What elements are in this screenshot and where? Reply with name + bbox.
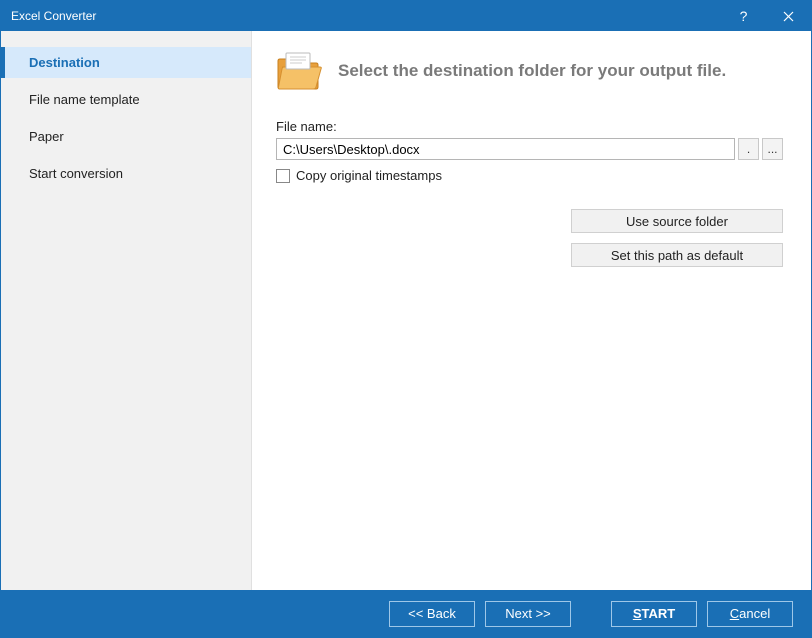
use-source-folder-button[interactable]: Use source folder xyxy=(571,209,783,233)
browse-button[interactable]: ... xyxy=(762,138,783,160)
copy-timestamps-checkbox[interactable] xyxy=(276,169,290,183)
back-button[interactable]: << Back xyxy=(389,601,475,627)
help-button[interactable]: ? xyxy=(721,1,766,31)
titlebar: Excel Converter ? xyxy=(1,1,811,31)
folder-icon xyxy=(276,51,324,91)
file-name-label: File name: xyxy=(276,119,783,134)
sidebar-item-paper[interactable]: Paper xyxy=(1,121,251,152)
wizard-steps-sidebar: Destination File name template Paper Sta… xyxy=(1,31,252,590)
sidebar-item-destination[interactable]: Destination xyxy=(1,47,251,78)
copy-timestamps-row[interactable]: Copy original timestamps xyxy=(276,168,783,183)
wizard-footer: << Back Next >> START Cancel xyxy=(1,590,811,637)
sidebar-item-start-conversion[interactable]: Start conversion xyxy=(1,158,251,189)
close-icon xyxy=(783,11,794,22)
start-button[interactable]: START xyxy=(611,601,697,627)
sidebar-item-file-name-template[interactable]: File name template xyxy=(1,84,251,115)
start-button-rest: TART xyxy=(641,606,675,621)
cancel-button[interactable]: Cancel xyxy=(707,601,793,627)
page-title: Select the destination folder for your o… xyxy=(338,61,726,81)
set-path-default-button[interactable]: Set this path as default xyxy=(571,243,783,267)
next-button[interactable]: Next >> xyxy=(485,601,571,627)
window-title: Excel Converter xyxy=(11,9,721,23)
cancel-button-accel: C xyxy=(730,606,739,621)
cancel-button-rest: ancel xyxy=(739,606,770,621)
sidebar-item-label: Start conversion xyxy=(29,166,123,181)
sidebar-item-label: File name template xyxy=(29,92,140,107)
copy-timestamps-label: Copy original timestamps xyxy=(296,168,442,183)
start-button-accel: S xyxy=(633,606,642,621)
sidebar-item-label: Destination xyxy=(29,55,100,70)
close-button[interactable] xyxy=(766,1,811,31)
sidebar-item-label: Paper xyxy=(29,129,64,144)
insert-macros-button[interactable]: . xyxy=(738,138,759,160)
main-panel: Select the destination folder for your o… xyxy=(252,31,811,590)
page-header: Select the destination folder for your o… xyxy=(276,51,783,91)
file-name-input[interactable] xyxy=(276,138,735,160)
